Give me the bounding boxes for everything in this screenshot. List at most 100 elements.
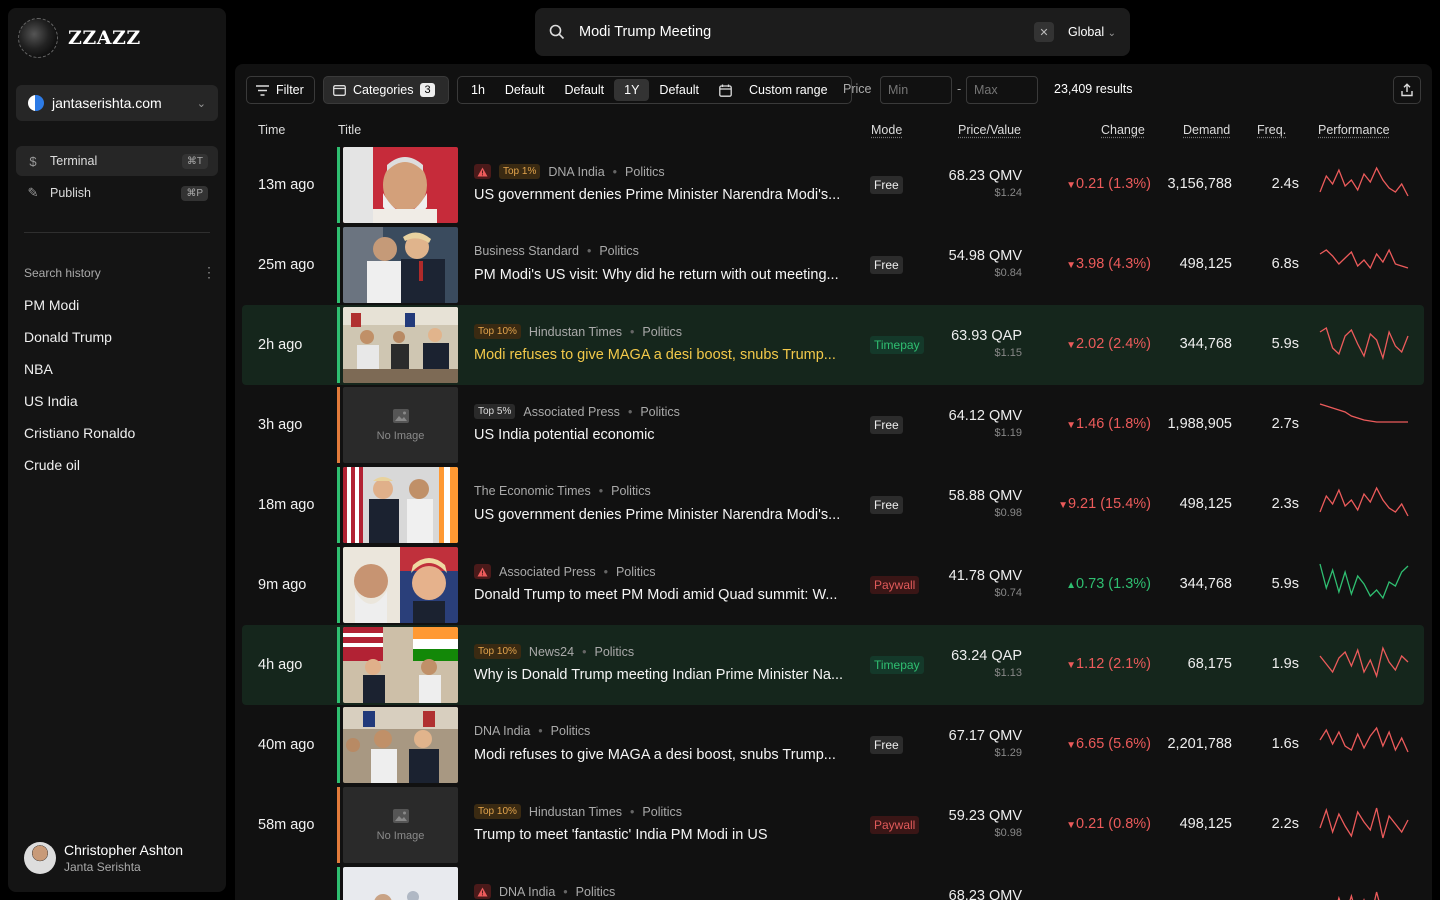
range-option[interactable]: Default bbox=[649, 79, 709, 101]
table-row[interactable]: 4h ago Top 10% News24 • Politics Why is Donal… bbox=[242, 625, 1424, 705]
article-source[interactable]: Associated Press bbox=[523, 405, 620, 419]
article-source[interactable]: Business Standard bbox=[474, 244, 579, 258]
col-time[interactable]: Time bbox=[258, 123, 285, 137]
col-change[interactable]: Change bbox=[1101, 123, 1145, 137]
article-title[interactable]: Modi refuses to give MAGA a desi boost, … bbox=[474, 747, 844, 763]
article-thumbnail[interactable] bbox=[343, 307, 458, 383]
article-title[interactable]: US India potential economic bbox=[474, 427, 844, 443]
article-title[interactable]: PM Modi's US visit: Why did he return wi… bbox=[474, 267, 844, 283]
history-item[interactable]: Cristiano Ronaldo bbox=[24, 425, 135, 441]
price-min-input[interactable] bbox=[880, 76, 952, 104]
no-image-label: No Image bbox=[376, 830, 425, 842]
table-row[interactable]: 2h ago Top 10% Hindustan Times • Politics Mod… bbox=[242, 305, 1424, 385]
col-mode[interactable]: Mode bbox=[871, 123, 902, 137]
article-category[interactable]: Politics bbox=[594, 645, 634, 659]
col-price[interactable]: Price/Value bbox=[958, 123, 1021, 137]
article-source[interactable]: DNA India bbox=[474, 724, 530, 738]
history-item[interactable]: Donald Trump bbox=[24, 329, 112, 345]
user-profile[interactable]: Christopher Ashton Janta Serishta bbox=[24, 842, 183, 874]
col-demand[interactable]: Demand bbox=[1183, 123, 1230, 137]
export-button[interactable] bbox=[1393, 76, 1421, 104]
table-row[interactable]: DNA India • Politics 68.23 QMV bbox=[242, 865, 1424, 900]
table-row[interactable]: 40m ago DNA India • Politics Modi refuses to… bbox=[242, 705, 1424, 785]
article-title[interactable]: Trump to meet 'fantastic' India PM Modi … bbox=[474, 827, 844, 843]
article-category[interactable]: Politics bbox=[642, 805, 682, 819]
article-title[interactable]: Modi refuses to give MAGA a desi boost, … bbox=[474, 347, 844, 363]
table-row[interactable]: 9m ago Associated Press • Politics Donald Tr… bbox=[242, 545, 1424, 625]
table-row[interactable]: 13m ago Top 1% DNA India • Politics US govern… bbox=[242, 145, 1424, 225]
range-option[interactable]: Default bbox=[555, 79, 615, 101]
nav-terminal[interactable]: $ Terminal ⌘T bbox=[16, 146, 218, 176]
article-source[interactable]: The Economic Times bbox=[474, 484, 591, 498]
scope-dropdown[interactable]: Global ⌄ bbox=[1068, 25, 1116, 39]
change-text: 0.21 (1.3%) bbox=[1076, 176, 1151, 192]
categories-label: Categories bbox=[353, 83, 414, 97]
filter-button[interactable]: Filter bbox=[246, 76, 315, 104]
col-title[interactable]: Title bbox=[338, 123, 361, 137]
table-row[interactable]: 58m ago No Image Top 10% Hindustan Times • Po… bbox=[242, 785, 1424, 865]
article-category[interactable]: Politics bbox=[551, 724, 591, 738]
article-category[interactable]: Politics bbox=[640, 405, 680, 419]
article-thumbnail[interactable] bbox=[343, 467, 458, 543]
article-title[interactable]: US government denies Prime Minister Nare… bbox=[474, 187, 844, 203]
brand-logo[interactable]: ZZAZZ bbox=[18, 18, 141, 58]
article-category[interactable]: Politics bbox=[576, 885, 616, 899]
site-selector[interactable]: jantaserishta.com ⌄ bbox=[16, 85, 218, 121]
history-item[interactable]: US India bbox=[24, 393, 78, 409]
performance-sparkline[interactable] bbox=[1319, 242, 1409, 282]
search-input[interactable] bbox=[579, 24, 999, 40]
article-thumbnail[interactable] bbox=[343, 707, 458, 783]
more-vertical-icon[interactable]: ⋮ bbox=[202, 264, 216, 281]
article-thumbnail[interactable] bbox=[343, 547, 458, 623]
chevron-down-icon: ⌄ bbox=[1107, 28, 1116, 39]
article-title[interactable]: Donald Trump to meet PM Modi amid Quad s… bbox=[474, 587, 844, 603]
article-thumbnail[interactable] bbox=[343, 627, 458, 703]
article-source[interactable]: News24 bbox=[529, 645, 574, 659]
article-title[interactable]: Why is Donald Trump meeting Indian Prime… bbox=[474, 667, 844, 683]
article-source[interactable]: Hindustan Times bbox=[529, 325, 622, 339]
price-max-input[interactable] bbox=[966, 76, 1038, 104]
performance-sparkline[interactable] bbox=[1319, 322, 1409, 362]
history-item[interactable]: Crude oil bbox=[24, 457, 80, 473]
range-option[interactable]: 1h bbox=[461, 79, 495, 101]
article-category[interactable]: Politics bbox=[599, 244, 639, 258]
performance-sparkline[interactable] bbox=[1319, 402, 1409, 442]
article-thumbnail[interactable] bbox=[343, 227, 458, 303]
article-category[interactable]: Politics bbox=[625, 165, 665, 179]
table-row[interactable]: 18m ago The Economic Times • Politics US gov… bbox=[242, 465, 1424, 545]
categories-button[interactable]: Categories 3 bbox=[323, 76, 449, 104]
article-category[interactable]: Politics bbox=[616, 565, 656, 579]
history-item[interactable]: PM Modi bbox=[24, 297, 79, 313]
performance-sparkline[interactable] bbox=[1319, 562, 1409, 602]
table-row[interactable]: 3h ago No Image Top 5% Associated Press • Pol… bbox=[242, 385, 1424, 465]
clear-search-icon[interactable]: ✕ bbox=[1033, 22, 1054, 42]
article-thumbnail[interactable] bbox=[343, 867, 458, 900]
table-row[interactable]: 25m ago Business Standard • Politics PM Modi… bbox=[242, 225, 1424, 305]
article-source[interactable]: DNA India bbox=[548, 165, 604, 179]
price-value: 67.17 QMV $1.29 bbox=[949, 728, 1022, 759]
performance-sparkline[interactable] bbox=[1319, 802, 1409, 842]
article-thumbnail[interactable] bbox=[343, 147, 458, 223]
custom-range-button[interactable]: Custom range bbox=[709, 79, 848, 101]
range-option-selected[interactable]: 1Y bbox=[614, 79, 650, 101]
performance-sparkline[interactable] bbox=[1319, 642, 1409, 682]
price-qmv: 64.12 QMV bbox=[948, 408, 1022, 424]
nav-publish[interactable]: ✎ Publish ⌘P bbox=[16, 178, 218, 208]
article-source[interactable]: Hindustan Times bbox=[529, 805, 622, 819]
price-usd: $0.74 bbox=[994, 587, 1022, 599]
col-performance[interactable]: Performance bbox=[1318, 123, 1390, 137]
change-value: ▼1.46 (1.8%) bbox=[1066, 416, 1151, 432]
article-category[interactable]: Politics bbox=[642, 325, 682, 339]
range-option[interactable]: Default bbox=[495, 79, 555, 101]
performance-sparkline[interactable] bbox=[1319, 882, 1409, 900]
article-title[interactable]: US government denies Prime Minister Nare… bbox=[474, 507, 844, 523]
article-source[interactable]: DNA India bbox=[499, 885, 555, 899]
performance-sparkline[interactable] bbox=[1319, 722, 1409, 762]
article-category[interactable]: Politics bbox=[611, 484, 651, 498]
performance-sparkline[interactable] bbox=[1319, 482, 1409, 522]
col-freq[interactable]: Freq. bbox=[1257, 123, 1286, 137]
performance-sparkline[interactable] bbox=[1319, 162, 1409, 202]
article-source[interactable]: Associated Press bbox=[499, 565, 596, 579]
filter-label: Filter bbox=[276, 83, 304, 97]
history-item[interactable]: NBA bbox=[24, 361, 53, 377]
